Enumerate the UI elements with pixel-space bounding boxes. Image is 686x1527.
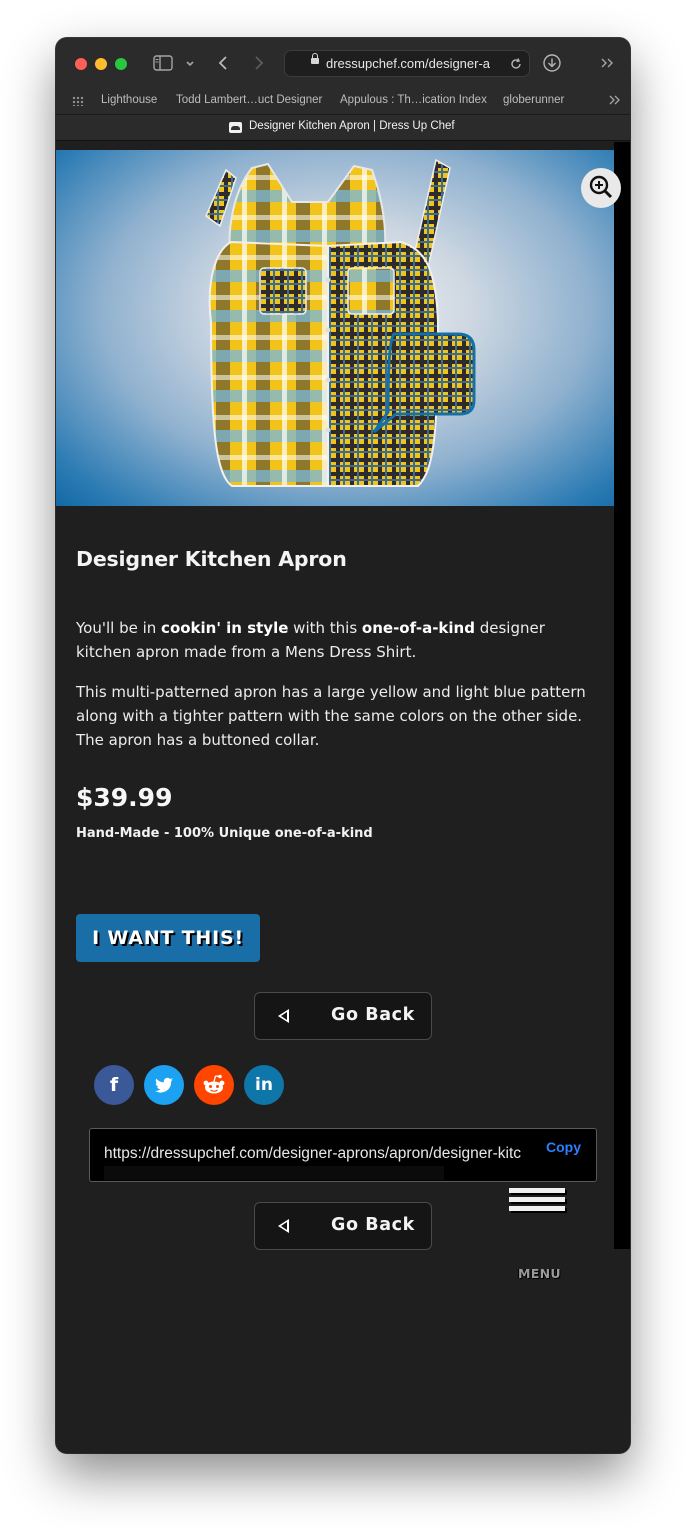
intro-emphasis: cookin' in style xyxy=(161,619,289,637)
share-facebook-button[interactable]: f xyxy=(94,1065,134,1105)
lock-icon xyxy=(311,53,319,64)
reload-icon[interactable] xyxy=(509,54,523,75)
chevron-down-icon[interactable] xyxy=(185,52,195,74)
go-back-label: Go Back xyxy=(331,1215,415,1235)
share-linkedin-button[interactable]: in xyxy=(244,1065,284,1105)
apps-grid-icon[interactable] xyxy=(72,96,84,106)
bookmark-appulous[interactable]: Appulous : Th…ication Index xyxy=(340,94,487,106)
hamburger-bar xyxy=(509,1188,565,1193)
zoom-image-button[interactable] xyxy=(581,168,621,208)
tab-title[interactable]: Designer Kitchen Apron | Dress Up Chef xyxy=(249,120,455,132)
product-price: $39.99 xyxy=(76,783,173,812)
more-bookmarks-chevron-icon[interactable] xyxy=(608,89,622,112)
go-back-button-bottom[interactable]: Go Back xyxy=(254,1202,432,1250)
forward-arrow-icon[interactable] xyxy=(253,52,265,77)
go-back-button[interactable]: Go Back xyxy=(254,992,432,1040)
facebook-icon: f xyxy=(109,1074,119,1096)
scrollbar[interactable] xyxy=(614,142,630,1249)
bookmarks-bar: Lighthouse Todd Lambert…uct Designer App… xyxy=(56,90,630,114)
back-arrow-icon[interactable] xyxy=(217,52,229,77)
close-window-button[interactable] xyxy=(75,58,87,70)
zoom-in-icon xyxy=(589,175,613,199)
intro-text: with this xyxy=(288,619,362,637)
product-description: This multi-patterned apron has a large y… xyxy=(76,683,586,749)
twitter-icon xyxy=(155,1077,173,1093)
share-reddit-button[interactable] xyxy=(194,1065,234,1105)
downloads-icon[interactable] xyxy=(542,52,562,79)
triangle-left-icon xyxy=(278,1009,289,1023)
page-viewport: Designer Kitchen Apron You'll be in cook… xyxy=(56,142,630,1453)
hamburger-bar xyxy=(509,1197,565,1202)
zoom-window-button[interactable] xyxy=(115,58,127,70)
share-url-scrollbar[interactable] xyxy=(104,1166,444,1180)
product-title: Designer Kitchen Apron xyxy=(76,547,347,571)
copy-link-button[interactable]: Copy xyxy=(546,1139,581,1155)
reddit-icon xyxy=(203,1074,225,1094)
product-image[interactable] xyxy=(56,150,621,506)
apron-illustration xyxy=(205,158,476,487)
site-favicon-icon xyxy=(229,122,242,133)
intro-emphasis: one-of-a-kind xyxy=(361,619,475,637)
intro-text: You'll be in xyxy=(76,619,162,637)
hamburger-bar xyxy=(509,1206,565,1211)
hamburger-menu-icon[interactable] xyxy=(509,1188,565,1216)
minimize-window-button[interactable] xyxy=(95,58,107,70)
menu-label[interactable]: MENU xyxy=(518,1266,561,1281)
product-intro: You'll be in cookin' in style with this … xyxy=(76,616,604,664)
share-twitter-button[interactable] xyxy=(144,1065,184,1105)
more-toolbar-chevron-icon[interactable] xyxy=(600,52,616,75)
product-tagline: Hand-Made - 100% Unique one-of-a-kind xyxy=(76,826,373,841)
go-back-label: Go Back xyxy=(331,1005,415,1025)
browser-toolbar: dressupchef.com/designer-a xyxy=(56,38,630,90)
address-bar[interactable]: dressupchef.com/designer-a xyxy=(284,50,530,77)
address-url[interactable]: dressupchef.com/designer-a xyxy=(326,56,500,71)
bookmark-globerunner[interactable]: globerunner xyxy=(503,94,564,106)
i-want-this-button[interactable]: I WANT THIS! xyxy=(76,914,260,962)
triangle-left-icon xyxy=(278,1219,289,1233)
linkedin-icon: in xyxy=(255,1075,273,1095)
share-url-box: https://dressupchef.com/designer-aprons/… xyxy=(89,1128,597,1182)
bookmark-lighthouse[interactable]: Lighthouse xyxy=(101,94,157,106)
browser-window: dressupchef.com/designer-a Lighthouse To… xyxy=(56,38,630,1453)
tab-bar: Designer Kitchen Apron | Dress Up Chef xyxy=(56,114,630,141)
bookmark-todd-lambert[interactable]: Todd Lambert…uct Designer xyxy=(176,94,322,106)
sidebar-toggle-icon[interactable] xyxy=(153,52,173,77)
share-url-field[interactable]: https://dressupchef.com/designer-aprons/… xyxy=(104,1145,528,1163)
